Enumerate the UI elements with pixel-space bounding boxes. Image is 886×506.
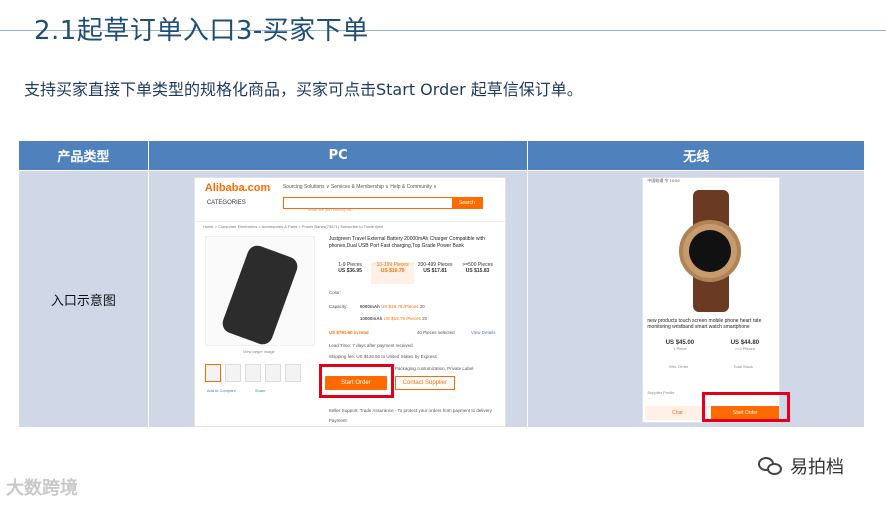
- thumbnail-strip: [204, 364, 315, 384]
- price-tier: 200-499 Pieces US $17.81: [417, 262, 453, 274]
- seller-support: Seller Support: Trade Assurance - To pro…: [328, 408, 492, 413]
- price-tiers: 1-9 Pieces US $36.95 10-199 Pieces US $19.…: [329, 262, 499, 284]
- table-header-row: 产品类型 PC 无线: [18, 140, 865, 171]
- slide: 2.1起草订单入口3-买家下单 支持买家直接下单类型的规格化商品，买家可点击St…: [0, 0, 886, 506]
- start-order-highlight: [318, 364, 394, 398]
- breadcrumb: Home > Consumer Electronics > Accessorie…: [202, 224, 384, 229]
- mobile-screenshot: 中国联通 令 10:59 new products touch screen m…: [642, 177, 781, 423]
- price-list: US $45.00 1 Piece US $44.80 >=2 Pieces: [647, 340, 777, 351]
- price-tier: US $45.00 1 Piece: [665, 340, 695, 351]
- slide-title: 2.1起草订单入口3-买家下单: [34, 16, 369, 46]
- contact-supplier-button[interactable]: Contact Supplier: [394, 376, 455, 390]
- search-placeholder: What are you looking for...: [307, 207, 355, 212]
- slide-subtitle: 支持买家直接下单类型的规格化商品，买家可点击Start Order 起草信保订单…: [24, 80, 583, 99]
- power-bank-image: [219, 242, 301, 348]
- header-mobile: 无线: [527, 140, 865, 171]
- color-label: Color:: [328, 290, 341, 295]
- total-price: US $791.60 in total: [328, 330, 369, 335]
- watermark-right-text: 易拍档: [790, 457, 844, 478]
- search-button[interactable]: Search: [451, 198, 482, 208]
- top-menu[interactable]: Sourcing Solutions ∨ Services & Membersh…: [283, 184, 437, 190]
- thumbnail[interactable]: [264, 364, 281, 382]
- watch-image: [643, 188, 780, 313]
- pc-cell: Alibaba.com CATEGORIES Sourcing Solution…: [147, 170, 529, 428]
- thumbnail[interactable]: [204, 364, 221, 382]
- payment-label: Payment:: [328, 418, 348, 423]
- price-tier: >=500 Pieces US $15.83: [462, 262, 493, 274]
- mobile-cell: 中国联通 令 10:59 new products touch screen m…: [527, 170, 865, 428]
- share-link[interactable]: Share: [255, 388, 266, 393]
- product-title: Justgreen Travel External Battery 20000m…: [328, 236, 485, 249]
- watermark-left: 大数跨境: [6, 478, 78, 499]
- row-label: 入口示意图: [18, 170, 149, 428]
- watch-face: [679, 220, 742, 282]
- price-tier: 10-199 Pieces US $19.79: [371, 262, 414, 284]
- alibaba-logo[interactable]: Alibaba.com: [205, 182, 270, 194]
- watermark-right: 易拍档: [758, 453, 844, 479]
- product-title: new products touch screen mobile phone h…: [647, 318, 762, 330]
- selected-count: 40 Pieces selected: [416, 330, 455, 335]
- lead-time: Lead Time: 7 days after payment received: [328, 343, 413, 348]
- search-input[interactable]: What are you looking for... Search: [282, 197, 483, 212]
- capacity-label: Capacity:: [328, 304, 348, 309]
- product-image: [204, 236, 315, 348]
- start-order-highlight: [702, 392, 791, 422]
- wechat-icon: [758, 455, 784, 477]
- supplier-profile[interactable]: Supplier Profile: [647, 390, 674, 395]
- customization: Packaging customization, Private Label: [394, 366, 474, 371]
- view-larger-link[interactable]: View larger image: [243, 349, 275, 354]
- total-stock-label: Total Stock: [733, 364, 753, 369]
- comparison-table: 产品类型 PC 无线 入口示意图 Alibaba.com CATEGORIES …: [18, 140, 865, 428]
- price-tier: 1-9 Pieces US $36.95: [338, 262, 362, 274]
- min-order-label: Min. Order: [669, 364, 689, 369]
- add-compare-link[interactable]: Add to Compare: [207, 388, 236, 393]
- price-tier: US $44.80 >=2 Pieces: [730, 340, 760, 351]
- pc-header: Alibaba.com CATEGORIES Sourcing Solution…: [194, 178, 505, 222]
- capacity-option[interactable]: 10000mAh US $19.79 /Pieces 20: [360, 316, 427, 321]
- header-pc: PC: [147, 140, 529, 171]
- shipping-fee: Shipping fee: US $126.50 to United State…: [328, 354, 437, 359]
- status-bar: 中国联通 令 10:59: [647, 178, 680, 183]
- table-row: 入口示意图 Alibaba.com CATEGORIES Sourcing So…: [18, 170, 865, 428]
- view-details-link[interactable]: View Details: [471, 330, 496, 335]
- chat-button[interactable]: Chat: [645, 406, 710, 420]
- header-product-type: 产品类型: [18, 140, 149, 171]
- thumbnail[interactable]: [244, 364, 261, 382]
- categories-menu[interactable]: CATEGORIES: [207, 200, 246, 206]
- thumbnail[interactable]: [224, 364, 241, 382]
- capacity-option[interactable]: 5000mAh US $19.79 /Pieces 20: [360, 304, 425, 309]
- thumbnail[interactable]: [284, 364, 301, 382]
